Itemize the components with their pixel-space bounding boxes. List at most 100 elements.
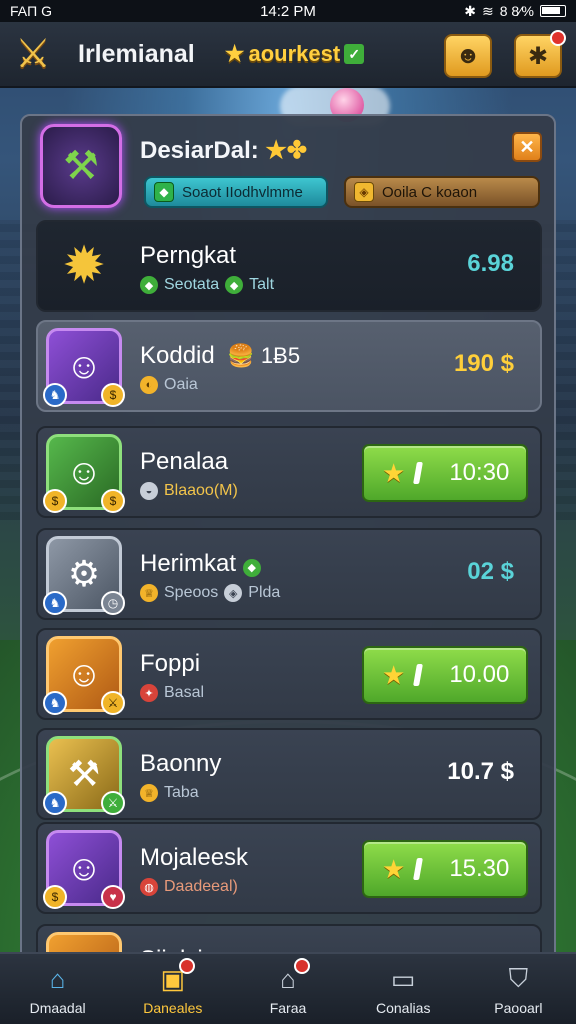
event-pill-left[interactable]: ◆ Soaot IIodhvlmme bbox=[144, 176, 328, 208]
swords-badge-icon: ⚔ bbox=[101, 791, 125, 815]
buy-button-label: 10.00 bbox=[449, 661, 510, 688]
status-bar: FAП G 14:2 PM ✱ ≋ 8 8⁄% bbox=[0, 0, 576, 22]
bar-icon bbox=[413, 664, 424, 686]
status-time: 14:2 PM bbox=[260, 2, 316, 20]
nav-item-profile[interactable]: ⛉ Paooarl bbox=[461, 954, 576, 1024]
star-badge[interactable]: ★ aourkest ✓ bbox=[224, 41, 365, 67]
bar-icon bbox=[413, 462, 424, 484]
star-icon: ★ bbox=[382, 659, 406, 690]
user-icon: ☻ bbox=[455, 42, 481, 69]
house-icon: ⌂ bbox=[268, 958, 310, 996]
item-sub-label-2: Plda bbox=[248, 584, 281, 601]
profile-button[interactable]: ☻ bbox=[444, 34, 492, 78]
battery-icon bbox=[540, 5, 566, 17]
item-sub-label: Daadeeal) bbox=[164, 878, 238, 895]
trophy-icon: ♕ bbox=[140, 584, 158, 602]
list-item[interactable]: ☺ $ $ Penalaa ◒ Blaaoo(M) ★ 10:30 bbox=[36, 426, 542, 518]
item-name-text: Koddid bbox=[140, 342, 215, 369]
item-name: Mojaleesk bbox=[140, 844, 249, 871]
nav-item-chat[interactable]: ▭ Conalias bbox=[346, 954, 461, 1024]
item-name: Herimkat ◆ bbox=[140, 550, 261, 578]
item-subtitle: ◒ Blaaoo(M) bbox=[140, 482, 238, 500]
armor-icon: ⚙ bbox=[67, 553, 101, 594]
star-icon: ★ bbox=[382, 457, 406, 488]
buy-button[interactable]: ★ 15.30 bbox=[362, 840, 528, 898]
notification-dot bbox=[178, 958, 195, 974]
trophy-icon: ♕ bbox=[140, 784, 158, 802]
swords-badge-icon: ⚔ bbox=[101, 691, 125, 715]
nav-item-farm[interactable]: ⌂ Faraa bbox=[230, 954, 345, 1024]
coin-badge-icon: $ bbox=[101, 489, 125, 513]
item-avatar: ⚒ ♞ ⚔ bbox=[43, 736, 125, 815]
hero-portrait-icon: ☺ bbox=[65, 451, 103, 492]
item-price-text: 10.7 $ bbox=[447, 758, 514, 785]
star-badge-label: aourkest bbox=[248, 41, 341, 66]
item-subtitle: ✦ Basal bbox=[140, 684, 204, 702]
item-subtitle: ◆ Seotata ◆ Talt bbox=[140, 276, 274, 294]
top-header: ⚔ Irlemianal ★ aourkest ✓ ☻ ✱ bbox=[0, 22, 576, 88]
close-button[interactable]: ✕ bbox=[512, 132, 542, 162]
item-name: Baonny bbox=[140, 750, 222, 777]
event-pill-right[interactable]: ◈ Ooila C koaon bbox=[344, 176, 540, 208]
heart-badge-icon: ♥ bbox=[101, 885, 125, 909]
item-name: Koddid 🍔 1Ƀ5 bbox=[140, 342, 300, 370]
item-sub-label: Basal bbox=[164, 684, 205, 701]
item-subtitle: ♕ Taba bbox=[140, 784, 199, 802]
item-sub-label: Taba bbox=[164, 784, 199, 801]
nav-label: Conalias bbox=[375, 1000, 431, 1016]
item-subtitle: ◍ Daadeeal) bbox=[140, 878, 238, 896]
star-icon: ★ bbox=[382, 853, 406, 884]
item-name-text: Herimkat bbox=[140, 550, 237, 577]
list-item[interactable]: ⚙ ♞ ◷ Herimkat ◆ ♕ Speoos ◈ Plda 02 $ bbox=[36, 528, 542, 620]
hero-avatar: ☺ ♞ ⚔ bbox=[43, 636, 125, 715]
clock-badge-icon: ◷ bbox=[101, 591, 125, 615]
list-item[interactable]: ✹ Perngkat ◆ Seotata ◆ Talt 6.98 bbox=[36, 220, 542, 312]
app-title: Irlemianal bbox=[78, 39, 195, 68]
buy-button-label: 10:30 bbox=[449, 459, 510, 486]
event-pill-left-label: Soaot IIodhvlmme bbox=[182, 183, 303, 201]
shell-icon: ◒ bbox=[140, 482, 158, 500]
hero-avatar: ☺ $ $ bbox=[43, 434, 125, 513]
notification-dot bbox=[294, 958, 310, 974]
star-icon: ★✤ bbox=[265, 137, 308, 164]
bar-icon bbox=[413, 858, 424, 880]
notification-dot bbox=[550, 30, 566, 46]
item-price: 6.98 bbox=[467, 250, 514, 277]
item-sub-label-2: Talt bbox=[249, 276, 275, 293]
nav-label: Daneales bbox=[143, 1000, 203, 1016]
gem-icon: ◆ bbox=[140, 276, 158, 294]
settings-button[interactable]: ✱ bbox=[514, 30, 566, 78]
gear-icon: ✱ bbox=[527, 42, 549, 70]
shield-icon: ⛉ bbox=[508, 963, 529, 993]
check-icon: ✓ bbox=[344, 44, 365, 64]
buy-button[interactable]: ★ 10:30 bbox=[362, 444, 528, 502]
item-name-extra: 🍔 1Ƀ5 bbox=[227, 343, 301, 368]
candy-icon: ✦ bbox=[140, 684, 158, 702]
item-sub-label: Seotata bbox=[164, 276, 220, 293]
home-icon: ⌂ bbox=[49, 963, 66, 994]
crossed-swords-logo-icon[interactable]: ⚔ bbox=[4, 26, 62, 82]
chat-icon: ▭ bbox=[390, 963, 416, 994]
nav-item-deals[interactable]: ▣ Daneales bbox=[115, 954, 230, 1024]
list-item[interactable]: ☺ ♞ ⚔ Foppi ✦ Basal ★ 10.00 bbox=[36, 628, 542, 720]
shield-icon: ◈ bbox=[224, 584, 243, 602]
list-item[interactable]: ☺ $ ♥ Mojaleesk ◍ Daadeeal) ★ 15.30 bbox=[36, 822, 542, 914]
item-name: Penalaa bbox=[140, 448, 229, 475]
shop-panel: ⚒ DesiarDal: ★✤ ✕ ◆ Soaot IIodhvlmme ◈ O… bbox=[20, 114, 556, 984]
list-item[interactable]: ⚒ ♞ ⚔ Baonny ♕ Taba 10.7 $ bbox=[36, 728, 542, 820]
nav-label: Paooarl bbox=[494, 1000, 543, 1016]
coin-icon: ◈ bbox=[354, 182, 374, 202]
star-icon: ★ bbox=[224, 41, 245, 66]
hero-portrait-icon: ☺ bbox=[65, 847, 103, 888]
buy-button[interactable]: ★ 10.00 bbox=[362, 646, 528, 704]
item-avatar: ⚙ ♞ ◷ bbox=[43, 536, 125, 615]
treasure-chest-icon: ▣ bbox=[153, 958, 195, 996]
hero-portrait-icon: ☺ bbox=[65, 345, 103, 386]
item-name: Foppi bbox=[140, 650, 201, 677]
item-price: 02 $ bbox=[467, 558, 514, 585]
nav-item-home[interactable]: ⌂ Dmaadal bbox=[0, 954, 115, 1024]
event-title: DesiarDal: ★✤ bbox=[140, 136, 307, 165]
list-item[interactable]: ☺ ♞ $ Koddid 🍔 1Ƀ5 ◐ Oaia 190 $ bbox=[36, 320, 542, 412]
item-name: Perngkat bbox=[140, 242, 237, 269]
buy-button-label: 15.30 bbox=[449, 855, 510, 882]
